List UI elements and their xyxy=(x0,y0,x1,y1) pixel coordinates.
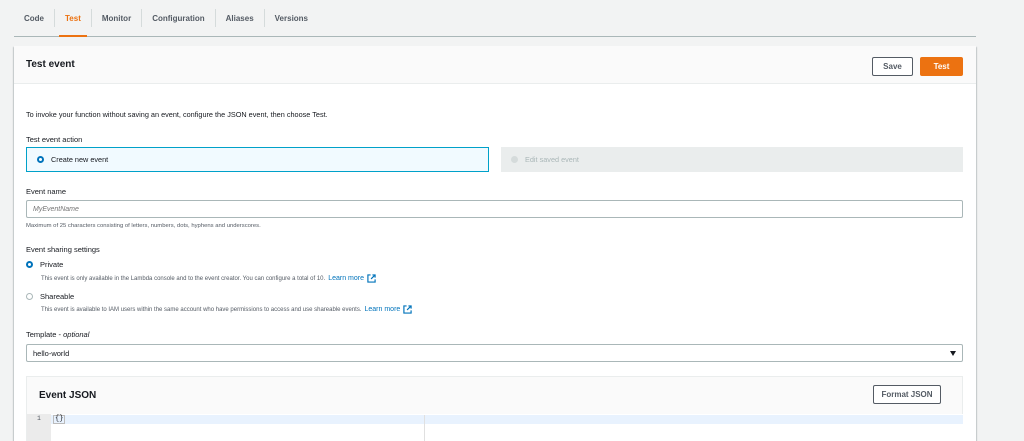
caret-down-icon xyxy=(950,351,956,356)
event-name-label: Event name xyxy=(26,187,67,196)
create-new-event-option[interactable]: Create new event xyxy=(26,147,489,172)
tab-bar: Code Test Monitor Configuration Aliases … xyxy=(14,0,976,37)
event-json-title: Event JSON xyxy=(39,390,97,401)
edit-saved-event-option[interactable]: Edit saved event xyxy=(501,147,963,172)
intro-text: To invoke your function without saving a… xyxy=(26,110,328,119)
template-optional-text: optional xyxy=(63,330,90,339)
event-name-hint: Maximum of 25 characters consisting of l… xyxy=(26,223,261,229)
tab-versions[interactable]: Versions xyxy=(265,0,318,36)
radio-selected-icon xyxy=(37,156,44,163)
template-select-value: hello-world xyxy=(33,348,70,358)
private-desc-text: This event is only available in the Lamb… xyxy=(41,275,326,282)
print-margin-line xyxy=(424,415,425,441)
line-number: 1 xyxy=(37,415,41,422)
save-button[interactable]: Save xyxy=(872,57,913,76)
template-label-text: Template xyxy=(26,330,57,339)
json-editor[interactable]: 1 {} xyxy=(27,414,963,441)
private-description: This event is only available in the Lamb… xyxy=(41,274,376,283)
radio-disabled-icon xyxy=(511,156,518,163)
event-json-section: Event JSON Format JSON 1 {} xyxy=(26,376,963,441)
template-select[interactable]: hello-world xyxy=(26,344,963,362)
shareable-label: Shareable xyxy=(40,292,75,301)
external-link-icon[interactable] xyxy=(403,305,412,314)
active-line-highlight xyxy=(51,415,963,424)
radio-unselected-icon xyxy=(26,293,33,300)
format-json-button[interactable]: Format JSON xyxy=(873,385,941,404)
code-line[interactable]: {} xyxy=(53,415,66,424)
test-event-panel: Test event Save Test To invoke your func… xyxy=(14,46,976,441)
event-name-input[interactable] xyxy=(26,200,963,218)
shareable-option[interactable]: Shareable xyxy=(26,292,74,301)
test-button[interactable]: Test xyxy=(920,57,963,76)
private-option[interactable]: Private xyxy=(26,260,63,269)
shareable-description: This event is available to IAM users wit… xyxy=(41,305,412,314)
tab-test[interactable]: Test xyxy=(55,0,91,37)
shareable-learn-more-link[interactable]: Learn more xyxy=(365,306,401,313)
tab-monitor[interactable]: Monitor xyxy=(92,0,141,36)
external-link-icon[interactable] xyxy=(367,274,376,283)
create-new-event-label: Create new event xyxy=(51,155,109,164)
edit-saved-event-label: Edit saved event xyxy=(525,155,579,164)
template-label: Template - optional xyxy=(26,330,90,339)
radio-selected-icon xyxy=(26,261,33,268)
tab-code[interactable]: Code xyxy=(14,0,54,36)
panel-header: Test event Save Test xyxy=(14,46,976,84)
tab-aliases[interactable]: Aliases xyxy=(216,0,264,36)
private-learn-more-link[interactable]: Learn more xyxy=(328,275,364,282)
test-event-action-label: Test event action xyxy=(26,135,83,144)
tab-configuration[interactable]: Configuration xyxy=(142,0,214,36)
shareable-desc-text: This event is available to IAM users wit… xyxy=(41,306,362,313)
event-sharing-label: Event sharing settings xyxy=(26,245,100,254)
panel-title: Test event xyxy=(26,59,75,70)
private-label: Private xyxy=(40,260,64,269)
